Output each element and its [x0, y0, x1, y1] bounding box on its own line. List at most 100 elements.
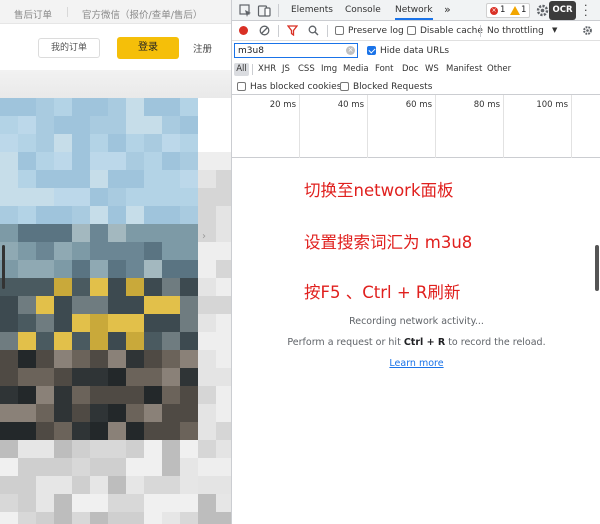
mosaic-tile	[162, 422, 180, 440]
mosaic-tile	[144, 260, 162, 278]
type-js-button[interactable]: JS	[280, 63, 292, 76]
waterfall-overview[interactable]: 20 ms 40 ms 60 ms 80 ms 100 ms	[232, 95, 600, 158]
more-options-icon[interactable]: · · ·	[584, 0, 588, 21]
mosaic-tile	[180, 458, 198, 476]
mosaic-tile	[90, 260, 108, 278]
tick-line	[435, 95, 436, 158]
clear-filter-icon[interactable]: ×	[346, 46, 355, 55]
throttling-select[interactable]: No throttling	[487, 26, 544, 36]
type-css-button[interactable]: CSS	[296, 63, 317, 76]
my-orders-button[interactable]: 我的订单	[38, 38, 100, 58]
device-toolbar-icon[interactable]	[257, 3, 272, 18]
mosaic-tile	[126, 98, 144, 116]
mosaic-tile	[180, 134, 198, 152]
hide-data-urls-checkbox[interactable]	[367, 46, 376, 55]
tick-line	[367, 95, 368, 158]
mosaic-tile	[216, 386, 231, 404]
mosaic-tile	[18, 134, 36, 152]
chevron-down-icon[interactable]: ▼	[552, 26, 557, 34]
mosaic-tile	[90, 332, 108, 350]
mosaic-tile	[72, 224, 90, 242]
type-other-button[interactable]: Other	[485, 63, 513, 76]
type-all-button[interactable]: All	[234, 63, 249, 76]
scrollbar[interactable]	[595, 245, 599, 291]
tab-console[interactable]: Console	[345, 5, 381, 15]
mosaic-tile	[162, 440, 180, 458]
filter-icon[interactable]	[287, 25, 298, 36]
hint-shortcut: Ctrl + R	[403, 337, 446, 348]
mosaic-tile	[18, 422, 36, 440]
record-icon[interactable]	[239, 26, 248, 35]
mosaic-tile	[216, 296, 231, 314]
mosaic-tile	[90, 206, 108, 224]
type-doc-button[interactable]: Doc	[400, 63, 420, 76]
mosaic-tile	[72, 116, 90, 134]
network-settings-gear-icon[interactable]	[582, 25, 593, 36]
carousel-scroll-handle[interactable]	[2, 245, 5, 289]
login-button[interactable]: 登录	[117, 37, 179, 59]
mosaic-tile	[36, 260, 54, 278]
has-blocked-cookies-checkbox[interactable]	[237, 82, 246, 91]
mosaic-tile	[36, 98, 54, 116]
mosaic-tile	[216, 512, 231, 524]
tab-network[interactable]: Network	[395, 5, 433, 20]
mosaic-tile	[108, 116, 126, 134]
issues-badge[interactable]: × 1 1	[486, 3, 530, 18]
mosaic-tile	[162, 134, 180, 152]
mosaic-tile	[18, 206, 36, 224]
mosaic-tile	[54, 512, 72, 524]
preserve-log-checkbox[interactable]	[335, 26, 344, 35]
type-media-button[interactable]: Media	[341, 63, 371, 76]
devtools-panel: Elements Console Network » × 1 1 OCR · · ·	[231, 0, 600, 524]
mosaic-tile	[90, 170, 108, 188]
after-sales-orders-link[interactable]: 售后订单	[14, 7, 52, 21]
mosaic-tile	[144, 314, 162, 332]
chevron-right-icon[interactable]: ›	[202, 231, 206, 242]
ocr-button[interactable]: OCR	[549, 1, 576, 20]
mosaic-tile	[198, 98, 216, 116]
clear-icon[interactable]	[259, 25, 270, 36]
mosaic-tile	[162, 332, 180, 350]
mosaic-tile	[216, 116, 231, 134]
mosaic-tile	[18, 116, 36, 134]
type-font-button[interactable]: Font	[373, 63, 396, 76]
mosaic-tile	[162, 350, 180, 368]
mosaic-tile	[90, 440, 108, 458]
gear-icon[interactable]	[535, 3, 550, 18]
mosaic-tile	[18, 350, 36, 368]
filter-input[interactable]	[234, 43, 358, 58]
type-img-button[interactable]: Img	[319, 63, 339, 76]
tab-elements[interactable]: Elements	[291, 5, 333, 15]
mosaic-tile	[72, 152, 90, 170]
learn-more-link[interactable]: Learn more	[232, 358, 600, 369]
mosaic-tile	[144, 440, 162, 458]
mosaic-tile	[36, 350, 54, 368]
mosaic-tile	[126, 134, 144, 152]
mosaic-tile	[198, 296, 216, 314]
more-tabs-icon[interactable]: »	[444, 3, 451, 16]
blocked-requests-checkbox[interactable]	[340, 82, 349, 91]
register-link[interactable]: 注册	[193, 41, 212, 55]
mosaic-tile	[108, 332, 126, 350]
type-xhr-button[interactable]: XHR	[256, 63, 278, 76]
mosaic-tile	[0, 386, 18, 404]
mosaic-tile	[36, 494, 54, 512]
mosaic-tile	[18, 332, 36, 350]
mosaic-tile	[108, 314, 126, 332]
mosaic-tile	[216, 224, 231, 242]
type-ws-button[interactable]: WS	[423, 63, 441, 76]
mosaic-tile	[108, 188, 126, 206]
disable-cache-checkbox[interactable]	[407, 26, 416, 35]
mosaic-tile	[108, 98, 126, 116]
type-manifest-button[interactable]: Manifest	[444, 63, 484, 76]
mosaic-tile	[54, 98, 72, 116]
official-wechat-link[interactable]: 官方微信（报价/查单/售后）	[82, 7, 202, 21]
inspect-element-icon[interactable]	[238, 3, 253, 18]
tick-label: 40 ms	[337, 100, 364, 110]
site-header: 我的订单 登录 注册	[0, 24, 231, 70]
mosaic-tile	[144, 242, 162, 260]
search-icon[interactable]	[308, 25, 319, 36]
mosaic-tile	[198, 494, 216, 512]
tick-label: 100 ms	[536, 100, 568, 110]
hint-prefix: Perform a request or hit	[287, 337, 404, 348]
